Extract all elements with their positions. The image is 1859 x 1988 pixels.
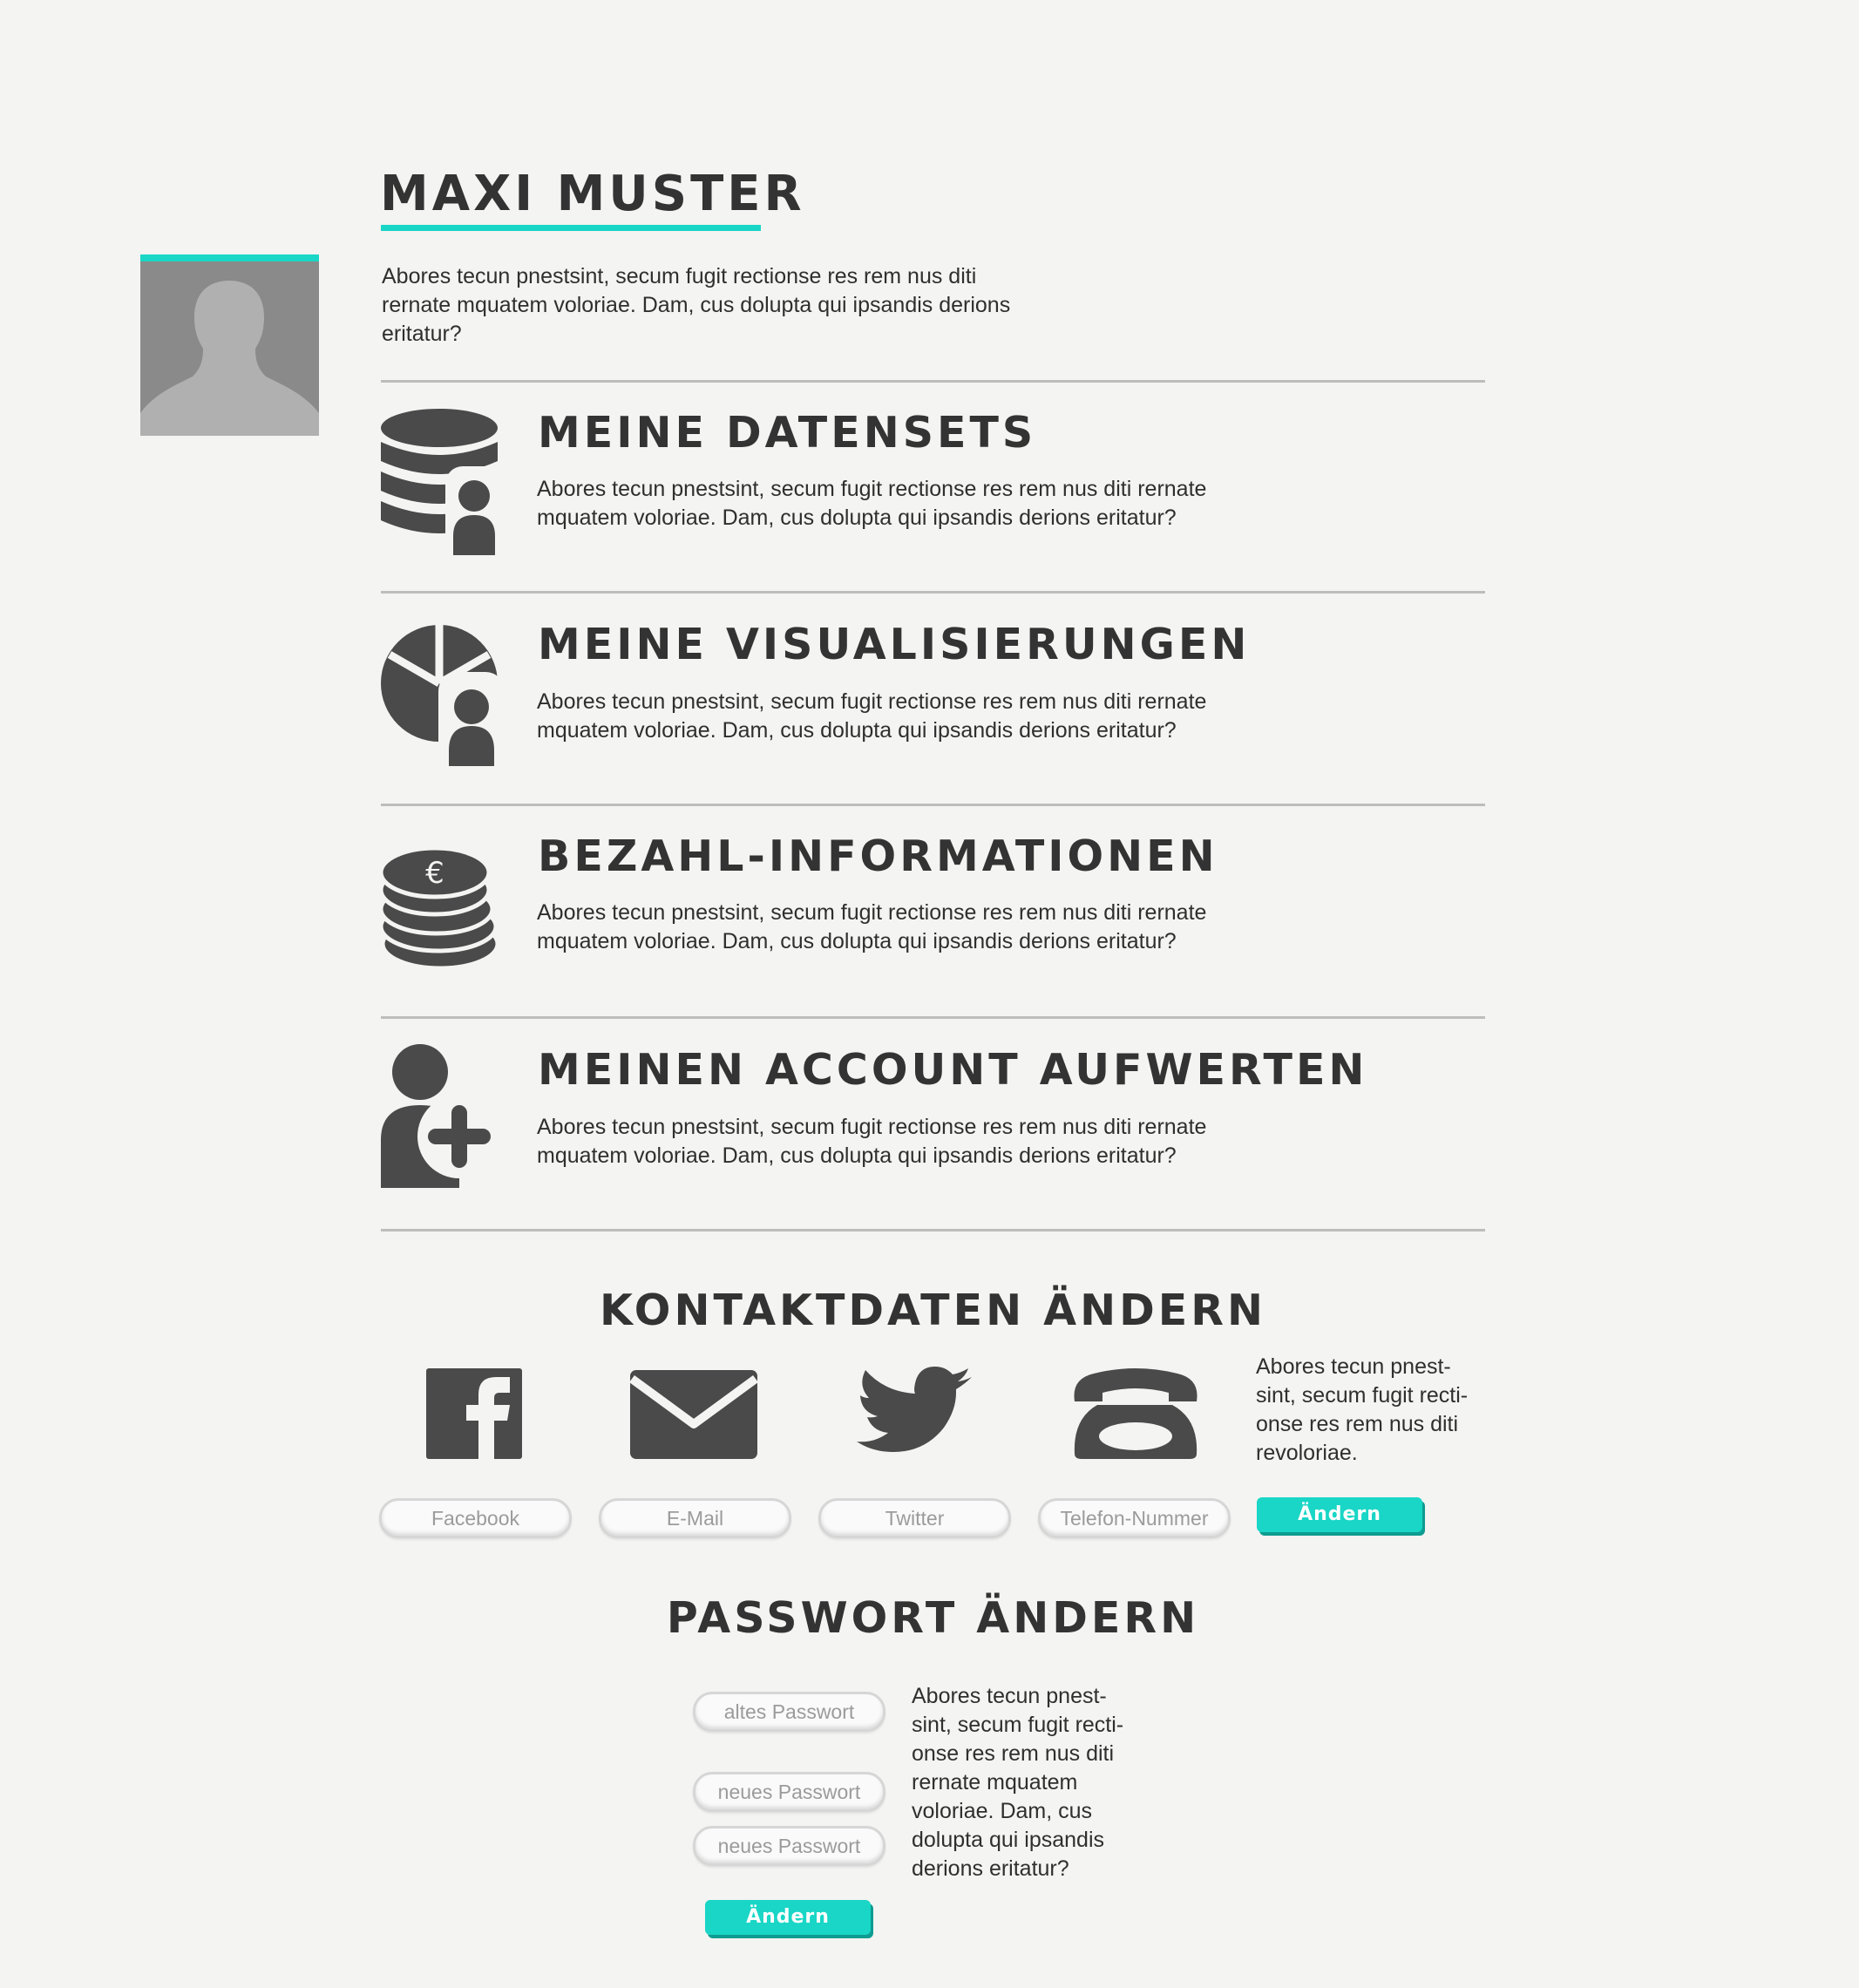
section-payment[interactable]: € BEZAHL-INFORMATIONEN Abores tecun pnes… — [381, 831, 1488, 987]
divider — [381, 1016, 1485, 1019]
facebook-input[interactable]: Facebook — [379, 1498, 572, 1538]
divider — [381, 1229, 1485, 1231]
password-note-line: sint, secum fugit recti- — [912, 1713, 1124, 1737]
section-description: Abores tecun pnestsint, secum fugit rect… — [537, 1115, 1207, 1168]
mail-icon — [630, 1370, 758, 1459]
section-description: Abores tecun pnestsint, secum fugit rect… — [537, 689, 1207, 743]
page-title: MAXI MUSTER — [380, 166, 805, 222]
contact-note-line: onse res rem nus diti — [1256, 1412, 1459, 1436]
password-note-line: onse res rem nus diti — [912, 1741, 1115, 1766]
section-datasets[interactable]: MEINE DATENSETS Abores tecun pnestsint, … — [381, 407, 1488, 564]
euro-coins-icon: € — [381, 848, 500, 971]
password-note-line: rernate mquatem — [912, 1770, 1078, 1795]
password-title: PASSWORT ÄNDERN — [666, 1593, 1200, 1643]
email-input[interactable]: E-Mail — [599, 1498, 791, 1538]
pie-chart-user-icon — [381, 625, 505, 775]
password-save-button[interactable]: Ändern — [705, 1900, 871, 1935]
section-description: Abores tecun pnestsint, secum fugit rect… — [537, 477, 1207, 530]
user-add-icon — [381, 1044, 501, 1188]
phone-input[interactable]: Telefon-Nummer — [1038, 1498, 1231, 1538]
password-note-line: derions eritatur? — [912, 1856, 1069, 1881]
title-underline — [381, 225, 761, 231]
section-upgrade[interactable]: MEINEN ACCOUNT AUFWERTEN Abores tecun pn… — [381, 1044, 1514, 1201]
divider — [381, 804, 1485, 806]
section-title[interactable]: MEINE DATENSETS — [538, 407, 1036, 459]
section-visualizations[interactable]: MEINE VISUALISIERUNGEN Abores tecun pnes… — [381, 619, 1488, 776]
contact-save-button[interactable]: Ändern — [1257, 1497, 1422, 1532]
password-note: Abores tecun pnest- sint, secum fugit re… — [912, 1682, 1173, 1883]
contact-note-line: revoloriae. — [1256, 1441, 1358, 1465]
divider — [381, 380, 1485, 383]
confirm-password-input[interactable]: neues Passwort — [693, 1826, 885, 1866]
contact-note-line: sint, secum fugit recti- — [1256, 1383, 1469, 1408]
section-title[interactable]: MEINE VISUALISIERUNGEN — [538, 619, 1250, 671]
contact-note-line: Abores tecun pnest- — [1256, 1354, 1451, 1379]
profile-intro: Abores tecun pnestsint, secum fugit rect… — [382, 264, 1011, 346]
facebook-icon — [426, 1368, 522, 1459]
avatar[interactable] — [140, 254, 319, 436]
contact-note: Abores tecun pnest- sint, secum fugit re… — [1256, 1353, 1500, 1468]
user-silhouette-icon — [140, 281, 319, 436]
svg-text:€: € — [425, 856, 444, 891]
password-note-line: voloriae. Dam, cus — [912, 1799, 1093, 1823]
password-note-line: dolupta qui ipsandis — [912, 1828, 1104, 1852]
section-title[interactable]: MEINEN ACCOUNT AUFWERTEN — [538, 1044, 1367, 1096]
password-note-line: Abores tecun pnest- — [912, 1684, 1107, 1708]
section-title[interactable]: BEZAHL-INFORMATIONEN — [538, 831, 1218, 883]
old-password-input[interactable]: altes Passwort — [693, 1692, 885, 1732]
divider — [381, 591, 1485, 594]
twitter-icon — [857, 1367, 972, 1452]
new-password-input[interactable]: neues Passwort — [693, 1772, 885, 1812]
section-description: Abores tecun pnestsint, secum fugit rect… — [537, 900, 1207, 953]
twitter-input[interactable]: Twitter — [818, 1498, 1011, 1538]
database-user-icon — [381, 409, 506, 559]
telephone-icon — [1074, 1368, 1197, 1459]
contact-title: KONTAKTDATEN ÄNDERN — [600, 1286, 1266, 1335]
